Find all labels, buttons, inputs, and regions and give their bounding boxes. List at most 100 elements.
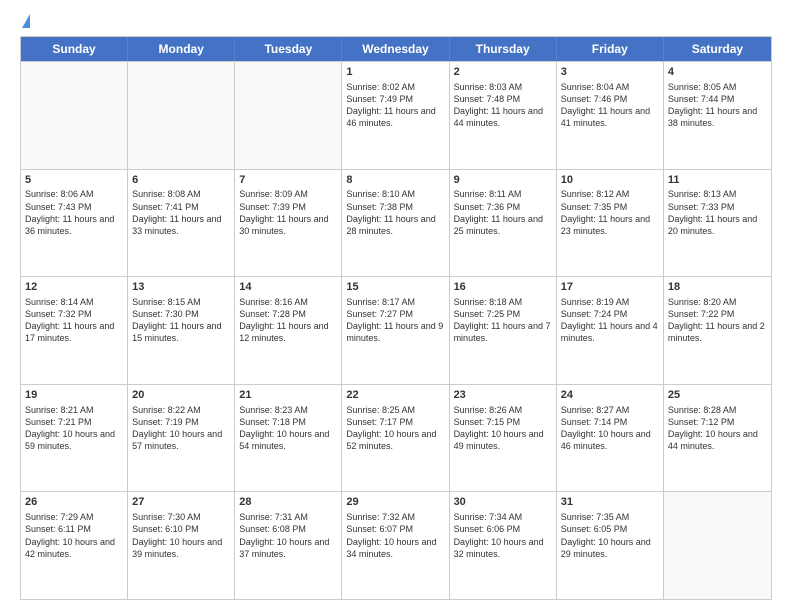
calendar-day-25: 25Sunrise: 8:28 AMSunset: 7:12 PMDayligh… [664,385,771,492]
day-info-text: Daylight: 11 hours and 23 minutes. [561,213,659,237]
day-info-text: Sunrise: 8:11 AM [454,188,552,200]
calendar-empty-cell [235,62,342,169]
day-info-text: Sunrise: 8:06 AM [25,188,123,200]
day-info-text: Daylight: 10 hours and 54 minutes. [239,428,337,452]
day-info-text: Sunrise: 8:04 AM [561,81,659,93]
day-info-text: Sunset: 7:27 PM [346,308,444,320]
day-info-text: Daylight: 11 hours and 28 minutes. [346,213,444,237]
calendar-day-2: 2Sunrise: 8:03 AMSunset: 7:48 PMDaylight… [450,62,557,169]
day-info-text: Sunset: 6:07 PM [346,523,444,535]
calendar-day-11: 11Sunrise: 8:13 AMSunset: 7:33 PMDayligh… [664,170,771,277]
day-info-text: Sunset: 6:11 PM [25,523,123,535]
day-info-text: Daylight: 11 hours and 4 minutes. [561,320,659,344]
day-info-text: Sunrise: 7:31 AM [239,511,337,523]
calendar-day-29: 29Sunrise: 7:32 AMSunset: 6:07 PMDayligh… [342,492,449,599]
day-info-text: Sunrise: 8:13 AM [668,188,767,200]
day-info-text: Sunset: 7:14 PM [561,416,659,428]
day-info-text: Daylight: 10 hours and 59 minutes. [25,428,123,452]
calendar-day-26: 26Sunrise: 7:29 AMSunset: 6:11 PMDayligh… [21,492,128,599]
day-info-text: Daylight: 11 hours and 25 minutes. [454,213,552,237]
day-number: 18 [668,280,767,295]
weekday-header-monday: Monday [128,37,235,61]
day-number: 4 [668,65,767,80]
calendar-day-19: 19Sunrise: 8:21 AMSunset: 7:21 PMDayligh… [21,385,128,492]
day-number: 23 [454,388,552,403]
calendar-empty-cell [664,492,771,599]
day-number: 1 [346,65,444,80]
day-info-text: Sunrise: 7:29 AM [25,511,123,523]
day-number: 22 [346,388,444,403]
calendar-day-30: 30Sunrise: 7:34 AMSunset: 6:06 PMDayligh… [450,492,557,599]
day-info-text: Daylight: 11 hours and 36 minutes. [25,213,123,237]
day-info-text: Sunset: 7:38 PM [346,201,444,213]
calendar-day-20: 20Sunrise: 8:22 AMSunset: 7:19 PMDayligh… [128,385,235,492]
day-info-text: Sunset: 7:22 PM [668,308,767,320]
day-info-text: Sunrise: 8:10 AM [346,188,444,200]
day-number: 19 [25,388,123,403]
calendar-day-21: 21Sunrise: 8:23 AMSunset: 7:18 PMDayligh… [235,385,342,492]
day-info-text: Sunrise: 8:17 AM [346,296,444,308]
day-info-text: Sunrise: 8:08 AM [132,188,230,200]
calendar-day-24: 24Sunrise: 8:27 AMSunset: 7:14 PMDayligh… [557,385,664,492]
day-number: 16 [454,280,552,295]
day-number: 9 [454,173,552,188]
day-info-text: Sunrise: 8:25 AM [346,404,444,416]
day-info-text: Daylight: 11 hours and 46 minutes. [346,105,444,129]
day-info-text: Daylight: 10 hours and 42 minutes. [25,536,123,560]
day-number: 6 [132,173,230,188]
calendar-day-12: 12Sunrise: 8:14 AMSunset: 7:32 PMDayligh… [21,277,128,384]
day-number: 13 [132,280,230,295]
day-number: 26 [25,495,123,510]
weekday-header-thursday: Thursday [450,37,557,61]
calendar-day-8: 8Sunrise: 8:10 AMSunset: 7:38 PMDaylight… [342,170,449,277]
day-info-text: Sunrise: 8:09 AM [239,188,337,200]
day-info-text: Daylight: 11 hours and 12 minutes. [239,320,337,344]
day-info-text: Daylight: 11 hours and 7 minutes. [454,320,552,344]
logo-triangle-icon [22,14,30,28]
weekday-header-tuesday: Tuesday [235,37,342,61]
day-number: 11 [668,173,767,188]
calendar-day-17: 17Sunrise: 8:19 AMSunset: 7:24 PMDayligh… [557,277,664,384]
day-info-text: Sunrise: 7:35 AM [561,511,659,523]
day-info-text: Daylight: 11 hours and 2 minutes. [668,320,767,344]
day-info-text: Sunrise: 8:26 AM [454,404,552,416]
day-info-text: Sunset: 7:21 PM [25,416,123,428]
day-number: 21 [239,388,337,403]
day-info-text: Sunset: 7:46 PM [561,93,659,105]
day-info-text: Sunset: 7:43 PM [25,201,123,213]
day-info-text: Sunrise: 8:16 AM [239,296,337,308]
calendar-day-16: 16Sunrise: 8:18 AMSunset: 7:25 PMDayligh… [450,277,557,384]
calendar-day-28: 28Sunrise: 7:31 AMSunset: 6:08 PMDayligh… [235,492,342,599]
day-info-text: Sunset: 7:24 PM [561,308,659,320]
day-info-text: Daylight: 11 hours and 33 minutes. [132,213,230,237]
day-info-text: Daylight: 11 hours and 38 minutes. [668,105,767,129]
day-info-text: Sunrise: 7:30 AM [132,511,230,523]
calendar-day-3: 3Sunrise: 8:04 AMSunset: 7:46 PMDaylight… [557,62,664,169]
calendar-day-10: 10Sunrise: 8:12 AMSunset: 7:35 PMDayligh… [557,170,664,277]
day-info-text: Sunrise: 8:15 AM [132,296,230,308]
day-info-text: Daylight: 11 hours and 44 minutes. [454,105,552,129]
day-info-text: Sunset: 7:17 PM [346,416,444,428]
day-number: 3 [561,65,659,80]
day-info-text: Sunrise: 8:03 AM [454,81,552,93]
weekday-header-sunday: Sunday [21,37,128,61]
day-info-text: Daylight: 10 hours and 34 minutes. [346,536,444,560]
calendar-empty-cell [128,62,235,169]
day-number: 10 [561,173,659,188]
day-info-text: Daylight: 10 hours and 32 minutes. [454,536,552,560]
day-number: 31 [561,495,659,510]
day-info-text: Daylight: 10 hours and 46 minutes. [561,428,659,452]
calendar-row-4: 26Sunrise: 7:29 AMSunset: 6:11 PMDayligh… [21,491,771,599]
day-info-text: Sunrise: 8:23 AM [239,404,337,416]
day-info-text: Sunrise: 8:02 AM [346,81,444,93]
day-number: 15 [346,280,444,295]
day-info-text: Daylight: 11 hours and 20 minutes. [668,213,767,237]
day-info-text: Sunset: 6:06 PM [454,523,552,535]
day-info-text: Sunrise: 8:27 AM [561,404,659,416]
calendar-day-4: 4Sunrise: 8:05 AMSunset: 7:44 PMDaylight… [664,62,771,169]
day-info-text: Sunset: 7:48 PM [454,93,552,105]
calendar-day-13: 13Sunrise: 8:15 AMSunset: 7:30 PMDayligh… [128,277,235,384]
day-number: 24 [561,388,659,403]
day-number: 30 [454,495,552,510]
day-info-text: Sunset: 7:41 PM [132,201,230,213]
